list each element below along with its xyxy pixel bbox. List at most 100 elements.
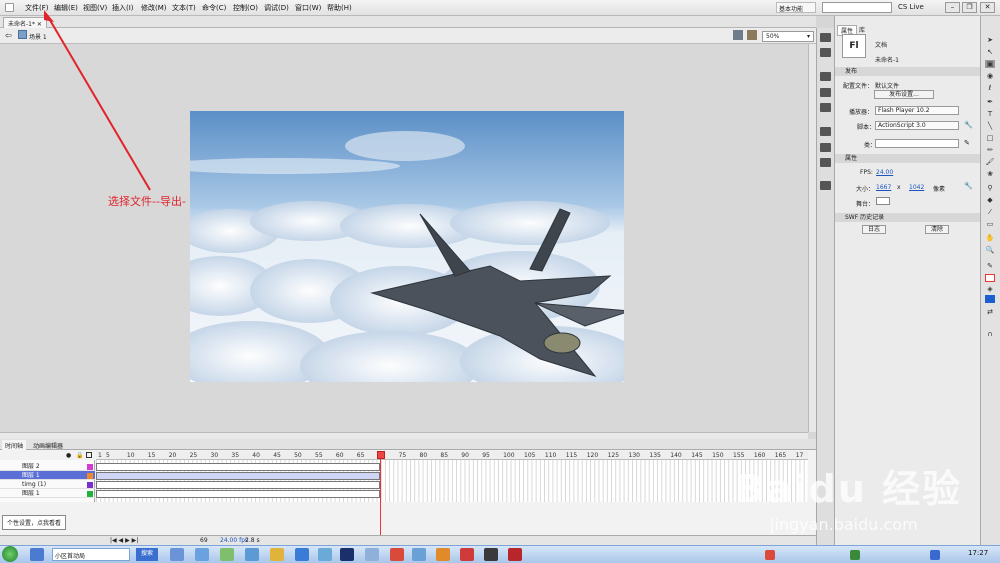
hand-tool-icon[interactable]: ✋: [985, 234, 995, 242]
zoom-tool-icon[interactable]: 🔍: [985, 246, 995, 254]
restore-button[interactable]: ❐: [962, 2, 977, 13]
taskbar-clock[interactable]: 17:27: [968, 549, 988, 557]
3d-rotation-tool-icon[interactable]: ◉: [985, 72, 995, 80]
frame-span[interactable]: [96, 463, 380, 471]
taskbar-app-icon[interactable]: [412, 548, 426, 561]
brush-tool-icon[interactable]: 🖌: [985, 158, 995, 166]
layer-row[interactable]: 图层 1: [0, 489, 95, 498]
taskbar-app-icon[interactable]: [484, 548, 498, 561]
frame-span[interactable]: [96, 490, 380, 498]
menu-file[interactable]: 文件(F): [25, 3, 49, 13]
menu-view[interactable]: 视图(V): [83, 3, 107, 13]
output-panel-icon[interactable]: [820, 181, 831, 190]
deco-tool-icon[interactable]: ❀: [985, 170, 995, 178]
cs-live-button[interactable]: CS Live: [898, 3, 924, 11]
flash-icon[interactable]: [460, 548, 474, 561]
flash-pro-icon[interactable]: [508, 548, 522, 561]
stage-horizontal-scrollbar[interactable]: [0, 432, 808, 439]
eyedropper-tool-icon[interactable]: ⁄: [985, 208, 995, 216]
playhead[interactable]: [380, 451, 381, 543]
bone-tool-icon[interactable]: ⚲: [985, 184, 995, 192]
wrench-icon[interactable]: 🔧: [964, 121, 973, 129]
stroke-color-icon[interactable]: ✎: [985, 262, 995, 270]
edit-scene-icon[interactable]: [733, 30, 743, 40]
transform-panel-icon[interactable]: [820, 103, 831, 112]
eraser-tool-icon[interactable]: ▭: [985, 220, 995, 228]
player-select[interactable]: Flash Player 10.2: [875, 106, 959, 115]
publish-section-header[interactable]: 发布: [835, 67, 980, 76]
stage-vertical-scrollbar[interactable]: [808, 44, 816, 432]
menu-modify[interactable]: 修改(M): [141, 3, 167, 13]
swatches-panel-icon[interactable]: [820, 48, 831, 57]
clear-button[interactable]: 清除: [925, 225, 949, 234]
menu-debug[interactable]: 调试(D): [264, 3, 289, 13]
class-input[interactable]: [875, 139, 959, 148]
paint-bucket-tool-icon[interactable]: ◆: [985, 196, 995, 204]
folder-icon[interactable]: [436, 548, 450, 561]
zoom-select[interactable]: 50% ▾: [762, 31, 814, 42]
layer-row-selected[interactable]: 图层 1: [0, 471, 95, 480]
search-input[interactable]: [822, 2, 892, 13]
back-arrow-icon[interactable]: ⇦: [5, 31, 12, 40]
menu-help[interactable]: 帮助(H): [327, 3, 352, 13]
line-tool-icon[interactable]: ╲: [985, 122, 995, 130]
close-tab-icon[interactable]: ✕: [37, 21, 42, 28]
pencil-tool-icon[interactable]: ✏: [985, 146, 995, 154]
height-value[interactable]: 1042: [909, 184, 924, 191]
workspace-switcher[interactable]: 基本功能: [776, 2, 816, 13]
taskbar-app-icon[interactable]: [295, 548, 309, 561]
outline-icon[interactable]: [86, 452, 92, 458]
tray-icon[interactable]: [850, 550, 860, 560]
layer-row[interactable]: 图层 2: [0, 462, 95, 471]
swap-colors-icon[interactable]: ⇄: [985, 308, 995, 316]
menu-insert[interactable]: 插入(I): [112, 3, 134, 13]
tray-icon[interactable]: [765, 550, 775, 560]
code-snippets-icon[interactable]: [820, 127, 831, 136]
lock-icon[interactable]: 🔒: [76, 452, 83, 459]
text-tool-icon[interactable]: T: [985, 110, 995, 118]
tab-library[interactable]: 库: [856, 25, 868, 34]
snap-to-objects-icon[interactable]: ∩: [985, 330, 995, 338]
menu-edit[interactable]: 编辑(E): [54, 3, 78, 13]
ie-address-field[interactable]: 小区首动局: [52, 548, 130, 561]
menu-text[interactable]: 文本(T): [172, 3, 196, 13]
pen-tool-icon[interactable]: ✒: [985, 98, 995, 106]
minimize-button[interactable]: –: [945, 2, 960, 13]
stage-color-swatch[interactable]: [876, 197, 890, 205]
menu-window[interactable]: 窗口(W): [295, 3, 321, 13]
info-panel-icon[interactable]: [820, 88, 831, 97]
playback-controls[interactable]: |◀ ◀ ▶ ▶|: [110, 537, 138, 544]
layer-row[interactable]: timg (1): [0, 480, 95, 489]
swf-history-header[interactable]: SWF 历史记录: [835, 213, 980, 222]
stage-canvas[interactable]: [190, 111, 624, 382]
document-tab[interactable]: 未命名-1* ✕: [3, 17, 47, 28]
properties-section-header[interactable]: 属性: [835, 154, 980, 163]
fps-readout[interactable]: 24.00 fps: [220, 537, 248, 544]
lasso-tool-icon[interactable]: ℓ: [985, 84, 995, 92]
taskbar-app-icon[interactable]: [195, 548, 209, 561]
frame-span[interactable]: [96, 481, 380, 489]
menu-commands[interactable]: 命令(C): [202, 3, 226, 13]
pencil-icon[interactable]: ✎: [964, 139, 970, 147]
start-button[interactable]: [2, 546, 18, 562]
photoshop-icon[interactable]: [340, 548, 354, 561]
width-value[interactable]: 1667: [876, 184, 891, 191]
components-icon[interactable]: [820, 143, 831, 152]
taskbar-app-icon[interactable]: [365, 548, 379, 561]
volume-icon[interactable]: [930, 550, 940, 560]
taskbar-search-button[interactable]: 搜索: [136, 548, 158, 561]
fill-color-icon[interactable]: ◈: [985, 285, 995, 293]
chrome-icon[interactable]: [270, 548, 284, 561]
free-transform-tool-icon[interactable]: ▣: [985, 60, 995, 68]
eye-icon[interactable]: ●: [66, 452, 71, 459]
playhead-handle[interactable]: [377, 451, 385, 459]
taskbar-app-icon[interactable]: [245, 548, 259, 561]
fps-value[interactable]: 24.00: [876, 169, 893, 176]
color-panel-icon[interactable]: [820, 33, 831, 42]
taskbar-app-icon[interactable]: [170, 548, 184, 561]
menu-control[interactable]: 控制(O): [233, 3, 258, 13]
stroke-color-swatch[interactable]: [985, 274, 995, 282]
log-button[interactable]: 日志: [862, 225, 886, 234]
taskbar-app-icon[interactable]: [220, 548, 234, 561]
frame-span-selected[interactable]: [96, 472, 380, 480]
